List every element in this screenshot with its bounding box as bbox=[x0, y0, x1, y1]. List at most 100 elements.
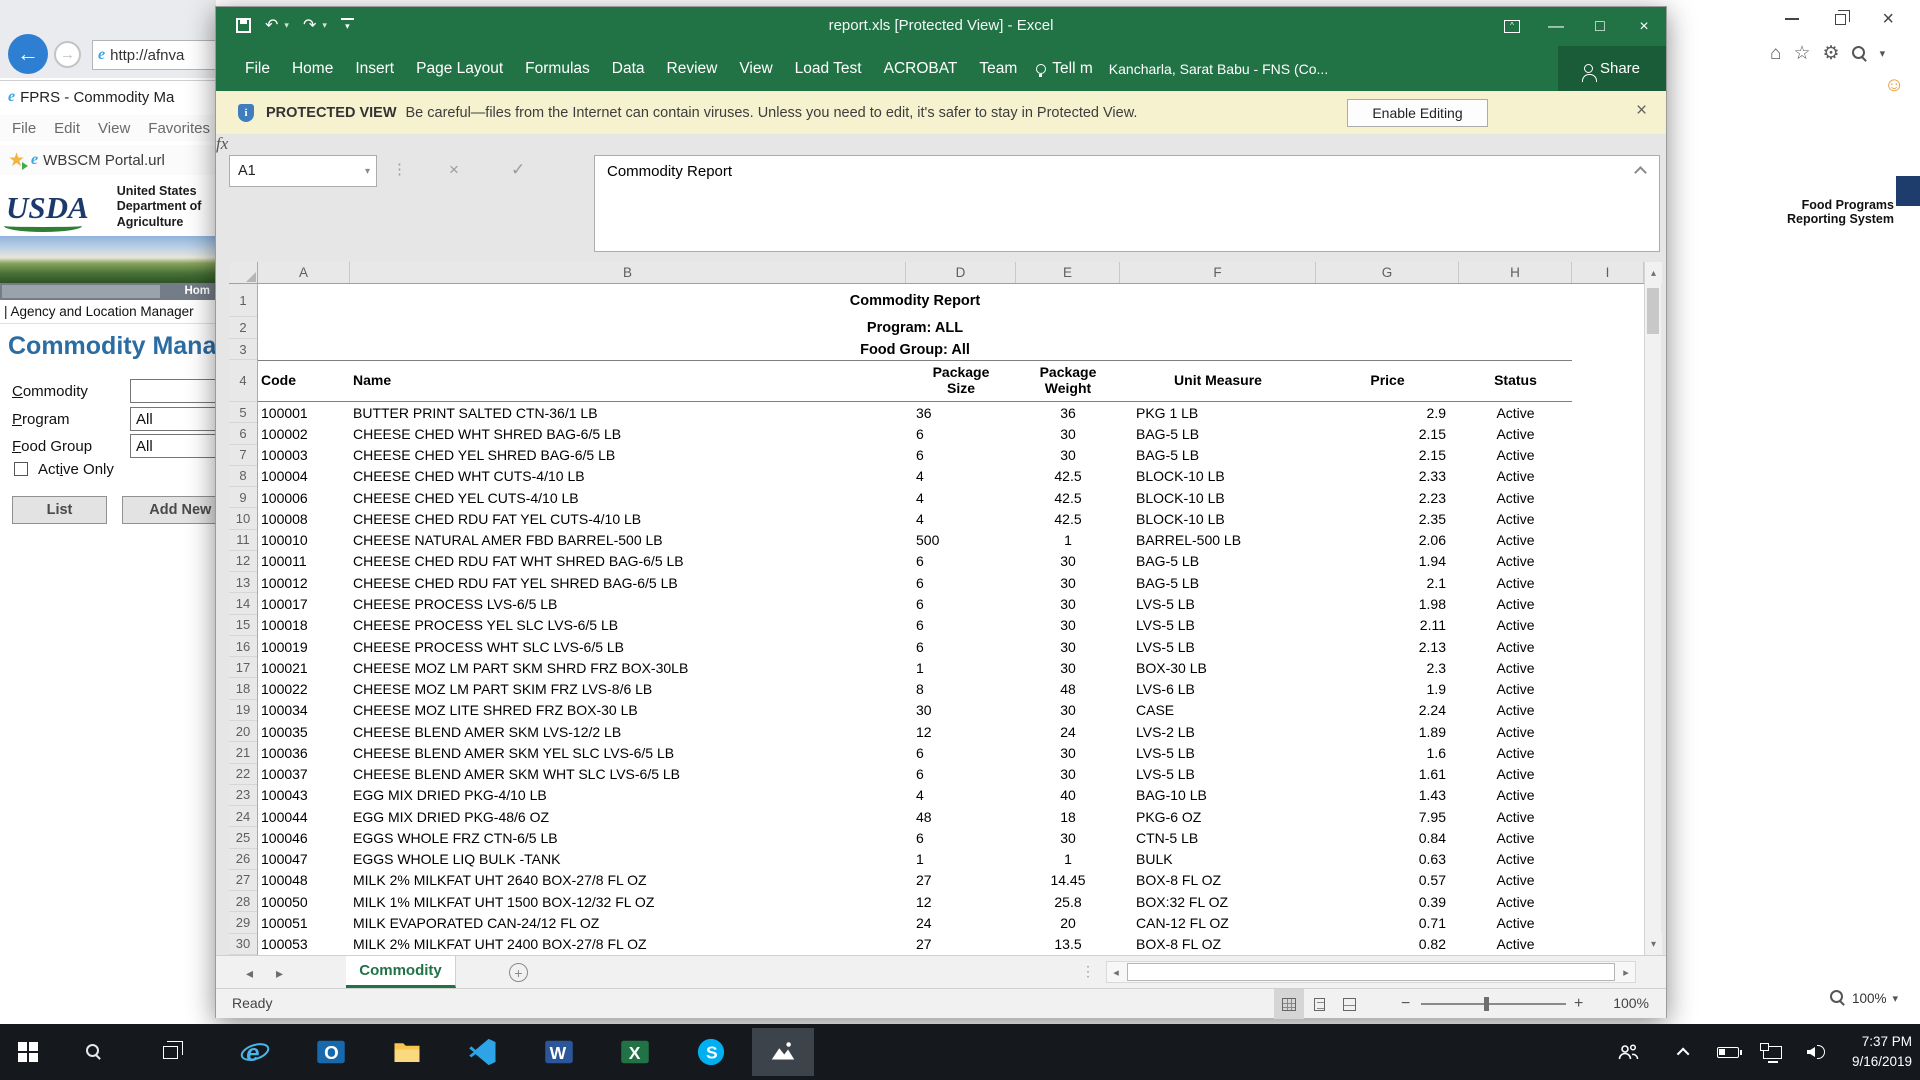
cell-r21-c0[interactable]: 100036 bbox=[258, 742, 350, 763]
cell-r23-c4[interactable]: BAG-10 LB bbox=[1120, 785, 1316, 806]
cell-r6-c0[interactable]: 100002 bbox=[258, 423, 350, 444]
cell-r30-c2[interactable]: 27 bbox=[906, 934, 1016, 955]
cell-r21-c6[interactable]: Active bbox=[1459, 742, 1572, 763]
cell-r16-c6[interactable]: Active bbox=[1459, 636, 1572, 657]
cell-r13-c4[interactable]: BAG-5 LB bbox=[1120, 572, 1316, 593]
cell-r5-c4[interactable]: PKG 1 LB bbox=[1120, 402, 1316, 423]
next-sheet-icon[interactable]: ▸ bbox=[276, 965, 283, 982]
row-header-7[interactable]: 7 bbox=[229, 445, 257, 466]
cell-r24-c4[interactable]: PKG-6 OZ bbox=[1120, 806, 1316, 827]
cell-r10-c4[interactable]: BLOCK-10 LB bbox=[1120, 508, 1316, 529]
taskbar-word[interactable]: W bbox=[533, 1028, 585, 1076]
cell-r21-c4[interactable]: LVS-5 LB bbox=[1120, 742, 1316, 763]
zoom-percentage[interactable]: 100% bbox=[1601, 995, 1649, 1011]
cell-r12-c4[interactable]: BAG-5 LB bbox=[1120, 551, 1316, 572]
cell-r17-c2[interactable]: 1 bbox=[906, 657, 1016, 678]
row-header-22[interactable]: 22 bbox=[229, 764, 257, 785]
cell-r20-c5[interactable]: 1.89 bbox=[1316, 721, 1459, 742]
cell-r18-c0[interactable]: 100022 bbox=[258, 678, 350, 699]
site-nav-home[interactable]: Hom bbox=[184, 285, 210, 297]
cell-r17-c1[interactable]: CHEESE MOZ LM PART SKM SHRD FRZ BOX-30LB bbox=[350, 657, 906, 678]
tell-me-box[interactable]: Tell m bbox=[1036, 60, 1092, 78]
cell-r29-c6[interactable]: Active bbox=[1459, 912, 1572, 933]
cell-r16-c0[interactable]: 100019 bbox=[258, 636, 350, 657]
column-header-g[interactable]: G bbox=[1316, 262, 1459, 283]
cell-r22-c2[interactable]: 6 bbox=[906, 764, 1016, 785]
cell-r10-c5[interactable]: 2.35 bbox=[1316, 508, 1459, 529]
list-button[interactable]: List bbox=[12, 496, 107, 524]
cell-r25-c3[interactable]: 30 bbox=[1016, 827, 1120, 848]
cell-r18-c5[interactable]: 1.9 bbox=[1316, 678, 1459, 699]
cell-r19-c0[interactable]: 100034 bbox=[258, 700, 350, 721]
cell-r10-c0[interactable]: 100008 bbox=[258, 508, 350, 529]
header-cell-status[interactable]: Status bbox=[1459, 361, 1572, 401]
enable-editing-button[interactable]: Enable Editing bbox=[1347, 99, 1488, 127]
cell-r23-c0[interactable]: 100043 bbox=[258, 785, 350, 806]
header-cell-name[interactable]: Name bbox=[350, 361, 906, 401]
food-group-select[interactable]: All bbox=[130, 434, 216, 458]
column-header-e[interactable]: E bbox=[1016, 262, 1120, 283]
excel-close-button[interactable]: × bbox=[1622, 7, 1666, 46]
cell-r13-c0[interactable]: 100012 bbox=[258, 572, 350, 593]
name-box-caret[interactable]: ▾ bbox=[365, 166, 370, 177]
row-header-15[interactable]: 15 bbox=[229, 615, 257, 636]
home-icon[interactable]: ⌂ bbox=[1770, 44, 1781, 63]
taskbar-clock[interactable]: 7:37 PM 9/16/2019 bbox=[1852, 1024, 1912, 1080]
cell-r10-c3[interactable]: 42.5 bbox=[1016, 508, 1120, 529]
cell-r12-c0[interactable]: 100011 bbox=[258, 551, 350, 572]
row-header-16[interactable]: 16 bbox=[229, 636, 257, 657]
cell-r6-c6[interactable]: Active bbox=[1459, 423, 1572, 444]
cell-r30-c4[interactable]: BOX-8 FL OZ bbox=[1120, 934, 1316, 955]
ribbon-tab-data[interactable]: Data bbox=[601, 46, 656, 91]
cell-r8-c0[interactable]: 100004 bbox=[258, 466, 350, 487]
menu-item-file[interactable]: File bbox=[12, 120, 36, 137]
cell-r13-c3[interactable]: 30 bbox=[1016, 572, 1120, 593]
cell-r28-c5[interactable]: 0.39 bbox=[1316, 891, 1459, 912]
feedback-smiley-icon[interactable]: ☺ bbox=[1884, 74, 1904, 97]
row-header-19[interactable]: 19 bbox=[229, 700, 257, 721]
search-icon[interactable] bbox=[1852, 46, 1868, 62]
cell-r28-c6[interactable]: Active bbox=[1459, 891, 1572, 912]
cell-r21-c1[interactable]: CHEESE BLEND AMER SKM YEL SLC LVS-6/5 LB bbox=[350, 742, 906, 763]
cell-r19-c5[interactable]: 2.24 bbox=[1316, 700, 1459, 721]
cell-r17-c0[interactable]: 100021 bbox=[258, 657, 350, 678]
cell-r12-c6[interactable]: Active bbox=[1459, 551, 1572, 572]
report-title-cell[interactable]: Food Group: All bbox=[258, 339, 1572, 360]
cell-r8-c2[interactable]: 4 bbox=[906, 466, 1016, 487]
cell-r18-c2[interactable]: 8 bbox=[906, 678, 1016, 699]
cell-r20-c1[interactable]: CHEESE BLEND AMER SKM LVS-12/2 LB bbox=[350, 721, 906, 742]
cell-r25-c0[interactable]: 100046 bbox=[258, 827, 350, 848]
cell-r14-c0[interactable]: 100017 bbox=[258, 593, 350, 614]
cell-r16-c2[interactable]: 6 bbox=[906, 636, 1016, 657]
cell-r20-c0[interactable]: 100035 bbox=[258, 721, 350, 742]
row-header-25[interactable]: 25 bbox=[229, 827, 257, 848]
account-name[interactable]: Kancharla, Sarat Babu - FNS (Co... bbox=[1109, 61, 1328, 77]
row-header-14[interactable]: 14 bbox=[229, 593, 257, 614]
ribbon-tab-load-test[interactable]: Load Test bbox=[784, 46, 873, 91]
tray-network-icon[interactable] bbox=[1752, 1024, 1792, 1080]
cell-r30-c6[interactable]: Active bbox=[1459, 934, 1572, 955]
cell-r29-c4[interactable]: CAN-12 FL OZ bbox=[1120, 912, 1316, 933]
cell-r27-c5[interactable]: 0.57 bbox=[1316, 870, 1459, 891]
cell-r13-c1[interactable]: CHEESE CHED RDU FAT YEL SHRED BAG-6/5 LB bbox=[350, 572, 906, 593]
taskbar-photos[interactable] bbox=[752, 1028, 814, 1076]
row-header-11[interactable]: 11 bbox=[229, 530, 257, 551]
cell-r9-c4[interactable]: BLOCK-10 LB bbox=[1120, 487, 1316, 508]
cell-r21-c5[interactable]: 1.6 bbox=[1316, 742, 1459, 763]
ribbon-display-options-icon[interactable]: ^ bbox=[1490, 7, 1534, 46]
cell-r9-c6[interactable]: Active bbox=[1459, 487, 1572, 508]
address-bar[interactable]: e http://afnva bbox=[92, 40, 216, 70]
horizontal-scrollbar[interactable]: ◂ ▸ bbox=[1106, 961, 1636, 983]
enter-check-icon[interactable]: ✓ bbox=[511, 160, 525, 180]
cell-r26-c3[interactable]: 1 bbox=[1016, 849, 1120, 870]
cell-r15-c6[interactable]: Active bbox=[1459, 615, 1572, 636]
zoom-out-icon[interactable]: − bbox=[1401, 995, 1410, 1013]
ie-restore-button[interactable] bbox=[1835, 14, 1846, 25]
vscroll-thumb[interactable] bbox=[1647, 288, 1659, 334]
cell-r11-c4[interactable]: BARREL-500 LB bbox=[1120, 530, 1316, 551]
cell-r23-c2[interactable]: 4 bbox=[906, 785, 1016, 806]
cell-r27-c4[interactable]: BOX-8 FL OZ bbox=[1120, 870, 1316, 891]
scroll-left-icon[interactable]: ◂ bbox=[1107, 962, 1125, 982]
column-header-b[interactable]: B bbox=[350, 262, 906, 283]
cell-r29-c2[interactable]: 24 bbox=[906, 912, 1016, 933]
